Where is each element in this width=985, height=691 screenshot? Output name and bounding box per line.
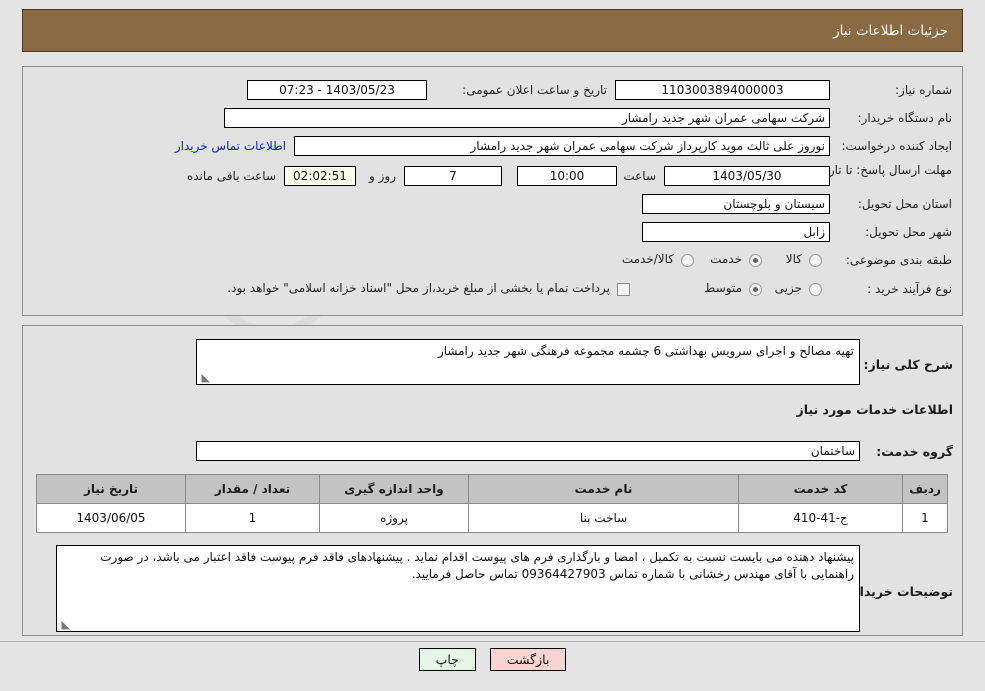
- cell-service-code: ج-41-410: [738, 503, 903, 533]
- purchase-process-label: نوع فرآیند خرید :: [867, 282, 952, 296]
- delivery-city-label: شهر محل تحویل:: [865, 225, 952, 239]
- service-group-value: ساختمان: [196, 441, 860, 461]
- countdown-value: 02:02:51: [284, 166, 356, 186]
- footer-actions: بازگشت چاپ: [0, 648, 985, 671]
- buyer-org-value: شرکت سهامی عمران شهر جدید رامشار: [224, 108, 830, 128]
- page-title: جزئیات اطلاعات نیاز: [833, 22, 948, 39]
- table-col-quantity: تعداد / مقدار: [185, 474, 320, 504]
- radio-category-kala-khedmat-label: کالا/خدمت: [621, 252, 674, 266]
- table-col-row-index: ردیف: [902, 474, 948, 504]
- need-number-value: 1103003894000003: [615, 80, 830, 100]
- services-info-title: اطلاعات خدمات مورد نیاز: [796, 402, 954, 417]
- resize-grip-icon-notes[interactable]: ◣: [60, 619, 70, 630]
- back-button[interactable]: بازگشت: [489, 648, 567, 671]
- cell-row-index: 1: [902, 503, 948, 533]
- cell-service-name: ساخت بنا: [468, 503, 739, 533]
- deadline-label: مهلت ارسال پاسخ: تا تاریخ:: [813, 163, 952, 177]
- page-title-bar: جزئیات اطلاعات نیاز: [22, 9, 963, 52]
- buyer-contact-link[interactable]: اطلاعات تماس خریدار: [175, 139, 286, 153]
- requester-label: ایجاد کننده درخواست:: [841, 139, 952, 153]
- table-row: 1 ج-41-410 ساخت بنا پروژه 1 1403/06/05: [36, 503, 948, 533]
- hour-label: ساعت: [623, 169, 656, 183]
- deadline-date-value: 1403/05/30: [664, 166, 830, 186]
- print-button[interactable]: چاپ: [418, 648, 476, 671]
- radio-process-motavaset-label: متوسط: [704, 281, 742, 295]
- need-details-panel: شرح کلی نیاز: تهیه مصالح و اجرای سرویس ب…: [22, 325, 963, 636]
- table-col-service-name: نام خدمت: [468, 474, 739, 504]
- requester-value: نوروز علی ثالث موید کارپرداز شرکت سهامی …: [294, 136, 830, 156]
- radio-process-jozyi[interactable]: [809, 283, 822, 296]
- delivery-province-value: سیستان و بلوچستان: [642, 194, 830, 214]
- radio-category-kala-label: کالا: [785, 252, 802, 266]
- deadline-time-value: 10:00: [517, 166, 617, 186]
- buyer-notes-label: توضیحات خریدار:: [847, 584, 953, 599]
- page-root: AnaTender.net جزئیات اطلاعات نیاز شماره …: [0, 0, 985, 691]
- resize-grip-icon[interactable]: ◣: [200, 372, 210, 383]
- general-description-label: شرح کلی نیاز:: [863, 357, 953, 372]
- table-header-row: ردیف کد خدمت نام خدمت واحد اندازه گیری ت…: [36, 474, 948, 504]
- cell-quantity: 1: [185, 503, 320, 533]
- radio-process-jozyi-label: جزیی: [774, 281, 802, 295]
- radio-category-khedmat[interactable]: [749, 254, 762, 267]
- radio-category-kala[interactable]: [809, 254, 822, 267]
- table-col-service-code: کد خدمت: [738, 474, 903, 504]
- announcement-label: تاریخ و ساعت اعلان عمومی:: [462, 83, 607, 97]
- treasury-bond-checkbox[interactable]: [617, 283, 630, 296]
- radio-category-kala-khedmat[interactable]: [681, 254, 694, 267]
- table-col-need-date: تاریخ نیاز: [36, 474, 186, 504]
- need-summary-panel: شماره نیاز: 1103003894000003 تاریخ و ساع…: [22, 66, 963, 316]
- buyer-notes-value: پیشنهاد دهنده می بایست نسبت به تکمیل ، ا…: [100, 550, 854, 581]
- radio-process-motavaset[interactable]: [749, 283, 762, 296]
- treasury-bond-label: پرداخت تمام یا بخشی از مبلغ خرید،از محل …: [227, 281, 610, 295]
- general-description-textarea[interactable]: تهیه مصالح و اجرای سرویس بهداشتی 6 چشمه …: [196, 339, 860, 385]
- services-table: ردیف کد خدمت نام خدمت واحد اندازه گیری ت…: [36, 474, 948, 533]
- remaining-days-value: 7: [404, 166, 502, 186]
- buyer-org-label: نام دستگاه خریدار:: [857, 111, 953, 125]
- footer-divider: [0, 641, 985, 642]
- table-col-unit: واحد اندازه گیری: [319, 474, 469, 504]
- radio-category-khedmat-label: خدمت: [710, 252, 742, 266]
- remaining-hours-label: ساعت باقی مانده: [186, 169, 276, 183]
- delivery-province-label: استان محل تحویل:: [857, 197, 952, 211]
- cell-need-date: 1403/06/05: [36, 503, 186, 533]
- cell-unit: پروژه: [319, 503, 469, 533]
- need-number-label: شماره نیاز:: [895, 83, 952, 97]
- days-label: روز و: [369, 169, 396, 183]
- delivery-city-value: زابل: [642, 222, 830, 242]
- service-group-label: گروه خدمت:: [876, 444, 953, 459]
- subject-category-label: طبقه بندی موضوعی:: [845, 253, 952, 267]
- announcement-value: 1403/05/23 - 07:23: [247, 80, 427, 100]
- general-description-value: تهیه مصالح و اجرای سرویس بهداشتی 6 چشمه …: [437, 344, 854, 358]
- buyer-notes-textarea[interactable]: پیشنهاد دهنده می بایست نسبت به تکمیل ، ا…: [56, 545, 860, 632]
